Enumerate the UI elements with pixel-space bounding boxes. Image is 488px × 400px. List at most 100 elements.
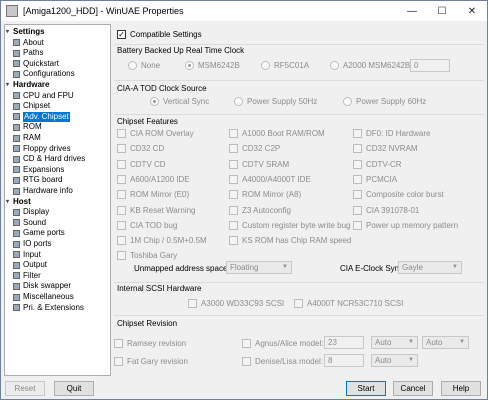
feature-cdtv-sram-checkbox[interactable]: CDTV SRAM: [229, 159, 289, 169]
tree-item-cpu-and-fpu[interactable]: CPU and FPU: [13, 91, 74, 101]
agnus-checkbox[interactable]: Agnus/Alice model:: [242, 339, 323, 348]
feature-pcmcia-checkbox[interactable]: PCMCIA: [353, 174, 397, 184]
agnus-select-2[interactable]: Auto ▼: [422, 336, 469, 349]
feature-cd32-nvram-checkbox[interactable]: CD32 NVRAM: [353, 144, 418, 154]
rtc-a2000-radio[interactable]: A2000 MSM6242B: [330, 61, 410, 70]
window-title: [Amiga1200_HDD] - WinUAE Properties: [23, 6, 184, 16]
feature-cdtv-cd-checkbox[interactable]: CDTV CD: [117, 159, 166, 169]
feature-1m-chip-0-5m-0-5m-checkbox[interactable]: 1M Chip / 0.5M+0.5M: [117, 236, 207, 246]
feature-z3-autoconfig-checkbox[interactable]: Z3 Autoconfig: [229, 205, 291, 215]
chevron-down-icon[interactable]: ▾: [6, 80, 13, 90]
denise-checkbox[interactable]: Denise/Lisa model:: [242, 357, 323, 366]
agnus-select-1[interactable]: Auto ▼: [371, 336, 418, 349]
eclock-select[interactable]: Gayle ▼: [398, 261, 462, 274]
chevron-down-icon[interactable]: ▾: [6, 197, 13, 207]
io-ports-icon: [13, 240, 20, 248]
feature-composite-color-burst-checkbox[interactable]: Composite color burst: [353, 190, 444, 200]
feature-toshiba-gary-checkbox[interactable]: Toshiba Gary: [117, 251, 177, 261]
feature-rom-mirror-e0-checkbox[interactable]: ROM Mirror (E0): [117, 190, 189, 200]
close-button[interactable]: ✕: [457, 1, 487, 21]
tree-item-configurations[interactable]: Configurations: [13, 69, 75, 79]
compatible-settings-checkbox[interactable]: ✓ Compatible Settings: [117, 30, 202, 39]
sound-icon: [13, 219, 20, 227]
feature-ks-rom-has-chip-ram-speed-checkbox[interactable]: KS ROM has Chip RAM speed: [229, 236, 351, 246]
cancel-button[interactable]: Cancel: [393, 381, 433, 396]
reset-button[interactable]: Reset: [5, 381, 45, 396]
feature-cia-391078-01-checkbox[interactable]: CIA 391078-01: [353, 205, 419, 215]
tree-item-about[interactable]: About: [13, 38, 44, 48]
tree-item-label: About: [23, 37, 44, 47]
tree-item-disk-swapper[interactable]: Disk swapper: [13, 281, 71, 291]
tree-item-settings[interactable]: ▾ Settings: [6, 27, 45, 37]
tree-item-rom[interactable]: ROM: [13, 122, 42, 132]
tree-item-sound[interactable]: Sound: [13, 218, 46, 228]
feature-kb-reset-warning-checkbox[interactable]: KB Reset Warning: [117, 205, 196, 215]
a4000t-scsi-checkbox[interactable]: A4000T NCR53C710 SCSI: [294, 299, 403, 308]
tree-item-adv-chipset[interactable]: Adv. Chipset: [13, 111, 70, 122]
start-button[interactable]: Start: [346, 381, 386, 396]
settings-tree[interactable]: ▾ Settings About Paths Quickstart Configurati…: [4, 24, 111, 376]
tod-vsync-radio[interactable]: Vertical Sync: [150, 97, 209, 106]
denise-value-field[interactable]: 8: [324, 354, 364, 367]
tree-item-pri-extensions[interactable]: Pri. & Extensions: [13, 303, 84, 313]
feature-a4000-a4000t-ide-checkbox[interactable]: A4000/A4000T IDE: [229, 174, 311, 184]
tree-item-host[interactable]: ▾ Host: [6, 197, 31, 207]
cpu-and-fpu-icon: [13, 92, 20, 100]
feature-a1000-boot-ram-rom-checkbox[interactable]: A1000 Boot RAM/ROM: [229, 129, 325, 138]
tree-item-floppy-drives[interactable]: Floppy drives: [13, 144, 71, 154]
rtc-rf5c01a-radio[interactable]: RF5C01A: [261, 61, 309, 70]
feature-cia-tod-bug-checkbox[interactable]: CIA TOD bug: [117, 220, 177, 230]
rtc-adjust-field[interactable]: 0: [410, 59, 450, 72]
tree-item-label: Game ports: [23, 228, 65, 238]
feature-df0-id-hardware-checkbox[interactable]: DF0: ID Hardware: [353, 129, 430, 138]
minimize-button[interactable]: —: [397, 1, 427, 21]
feature-cd32-cd-checkbox[interactable]: CD32 CD: [117, 144, 164, 154]
tree-item-io-ports[interactable]: IO ports: [13, 239, 51, 249]
tree-item-output[interactable]: Output: [13, 260, 47, 270]
denise-select[interactable]: Auto ▼: [371, 354, 418, 367]
ramsey-checkbox[interactable]: Ramsey revision: [114, 339, 186, 348]
ram-icon: [13, 134, 20, 142]
fatgary-checkbox[interactable]: Fat Gary revision: [114, 357, 188, 366]
tree-item-rtg-board[interactable]: RTG board: [13, 175, 62, 185]
chevron-down-icon[interactable]: ▾: [6, 27, 13, 37]
help-button[interactable]: Help: [441, 381, 481, 396]
maximize-button[interactable]: ☐: [427, 1, 457, 21]
rtc-none-radio[interactable]: None: [128, 61, 160, 70]
feature-custom-register-byte-write-bug-checkbox[interactable]: Custom register byte write bug: [229, 220, 351, 230]
tree-item-expansions[interactable]: Expansions: [13, 165, 64, 175]
tree-item-hardware[interactable]: ▾ Hardware: [6, 80, 49, 90]
feature-a600-a1200-ide-checkbox[interactable]: A600/A1200 IDE: [117, 174, 190, 184]
tree-item-game-ports[interactable]: Game ports: [13, 228, 65, 238]
tree-item-miscellaneous[interactable]: Miscellaneous: [13, 292, 74, 302]
tree-item-label: Adv. Chipset: [23, 111, 70, 122]
tree-item-chipset[interactable]: Chipset: [13, 101, 50, 111]
tod-60hz-radio[interactable]: Power Supply 60Hz: [343, 97, 426, 106]
tree-item-paths[interactable]: Paths: [13, 48, 43, 58]
tree-item-input[interactable]: Input: [13, 250, 41, 260]
tree-item-ram[interactable]: RAM: [13, 133, 41, 143]
tree-item-hardware-info[interactable]: Hardware info: [13, 186, 73, 196]
tree-item-quickstart[interactable]: Quickstart: [13, 59, 59, 69]
feature-power-up-memory-pattern-checkbox[interactable]: Power up memory pattern: [353, 220, 458, 230]
rtc-group-title: Battery Backed Up Real Time Clock: [117, 46, 245, 55]
tree-item-display[interactable]: Display: [13, 207, 49, 217]
tree-item-cd-hard-drives[interactable]: CD & Hard drives: [13, 154, 85, 164]
chevron-down-icon: ▼: [282, 264, 288, 270]
feature-cdtv-cr-checkbox[interactable]: CDTV-CR: [353, 159, 402, 169]
tree-item-label: Miscellaneous: [23, 292, 74, 301]
tree-item-filter[interactable]: Filter: [13, 271, 41, 281]
quit-button[interactable]: Quit: [54, 381, 94, 396]
tod-50hz-radio[interactable]: Power Supply 50Hz: [234, 97, 317, 106]
feature-cia-rom-overlay-checkbox[interactable]: CIA ROM Overlay: [117, 129, 194, 138]
scsi-group-title: Internal SCSI Hardware: [117, 284, 202, 293]
a3000-scsi-checkbox[interactable]: A3000 WD33C93 SCSI: [188, 299, 284, 308]
rtc-msm6242b-radio[interactable]: MSM6242B: [185, 61, 240, 70]
feature-rom-mirror-a8-checkbox[interactable]: ROM Mirror (A8): [229, 190, 301, 200]
tree-item-label: Display: [23, 207, 50, 217]
rtc-group: [114, 44, 484, 45]
feature-cd32-c2p-checkbox[interactable]: CD32 C2P: [229, 144, 280, 154]
unmapped-select[interactable]: Floating ▼: [226, 261, 292, 274]
tree-item-label: Hardware info: [23, 186, 73, 195]
agnus-value-field[interactable]: 23: [324, 336, 364, 349]
